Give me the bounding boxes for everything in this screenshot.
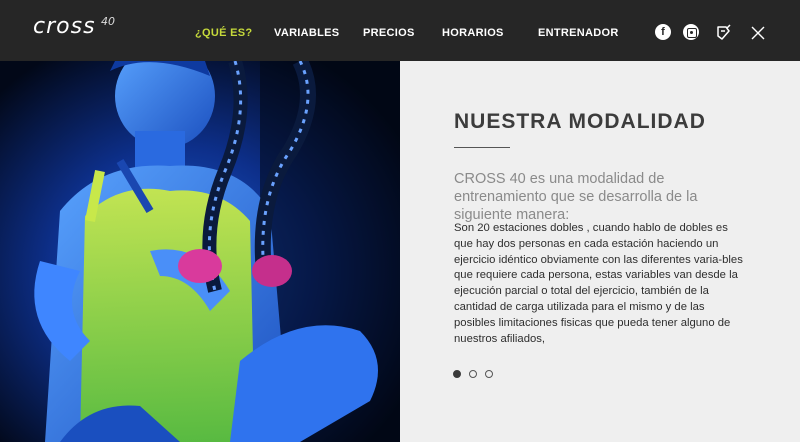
facebook-glyph: f <box>655 24 671 40</box>
info-panel: NUESTRA MODALIDAD CROSS 40 es una modali… <box>400 61 800 442</box>
instagram-icon[interactable] <box>683 24 699 40</box>
section-title: NUESTRA MODALIDAD <box>454 110 706 133</box>
nav-item-que-es[interactable]: ¿QUÉ ES? <box>195 27 252 39</box>
nav-item-entrenador[interactable]: ENTRENADOR <box>538 27 619 39</box>
slider-dot-1[interactable] <box>453 370 461 378</box>
slider-dot-3[interactable] <box>485 370 493 378</box>
section-lead: CROSS 40 es una modalidad de entrenamien… <box>454 171 698 223</box>
foursquare-icon[interactable] <box>714 24 732 47</box>
facebook-icon[interactable]: f <box>655 24 671 40</box>
top-navigation-bar: cross 40 ¿QUÉ ES? VARIABLES PRECIOS HORA… <box>0 0 800 61</box>
nav-item-variables[interactable]: VARIABLES <box>274 27 339 39</box>
title-divider <box>454 147 510 148</box>
main-nav: ¿QUÉ ES? VARIABLES PRECIOS HORARIOS ENTR… <box>0 27 800 41</box>
nav-item-precios[interactable]: PRECIOS <box>363 27 415 39</box>
hero-image <box>0 61 400 442</box>
nav-item-horarios[interactable]: HORARIOS <box>442 27 504 39</box>
slider-dot-2[interactable] <box>469 370 477 378</box>
close-icon[interactable] <box>751 26 765 45</box>
section-body: Son 20 estaciones dobles , cuando hablo … <box>454 222 743 345</box>
